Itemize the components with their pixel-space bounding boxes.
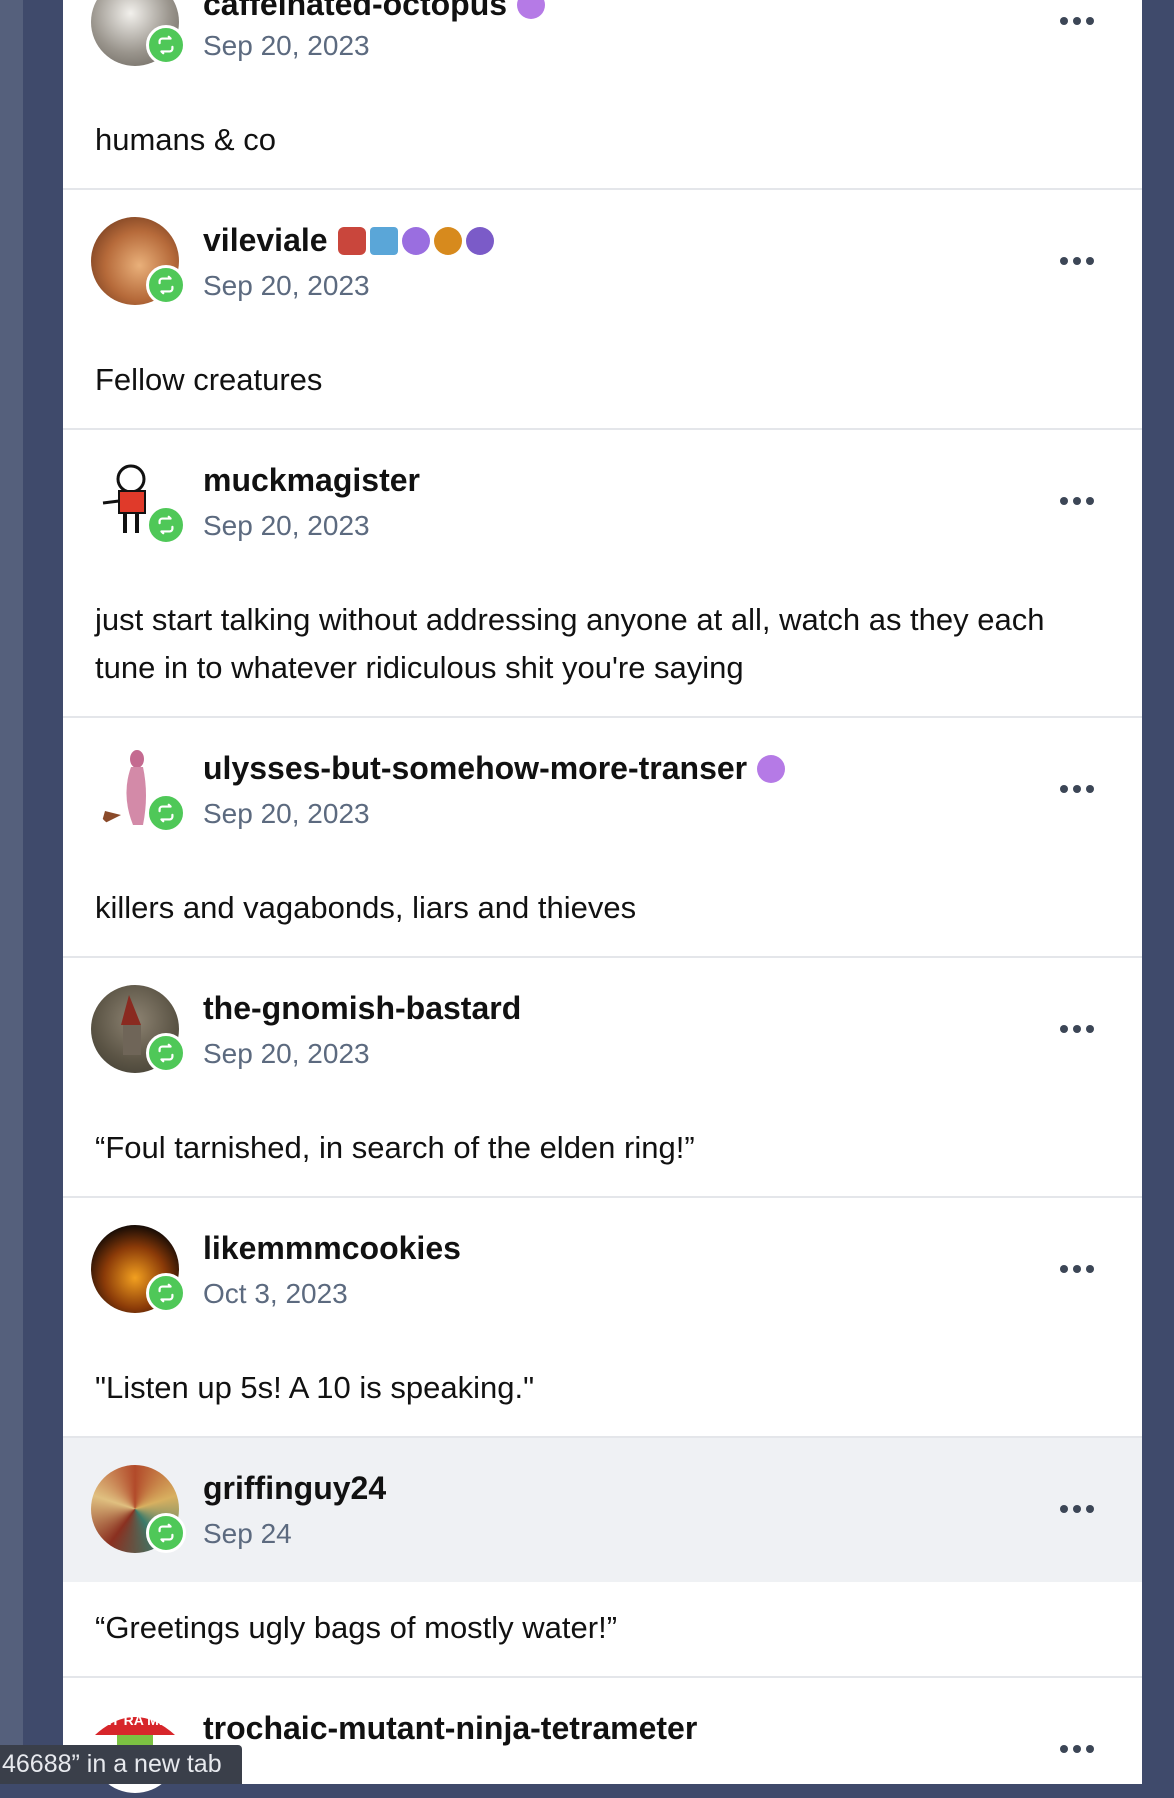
note-item: likemmmcookies Oct 3, 2023 "Listen up 5s…: [63, 1198, 1142, 1438]
username-link[interactable]: trochaic-mutant-ninja-tetrameter: [203, 1710, 697, 1747]
left-edge-strip: [0, 0, 23, 1784]
note-username[interactable]: muckmagister: [203, 462, 420, 499]
note-username[interactable]: caffeinated-octopus: [203, 0, 546, 23]
paw-dark-badge-icon: [465, 226, 494, 255]
note-text: killers and vagabonds, liars and thieves: [95, 890, 637, 925]
note-item: the-gnomish-bastard Sep 20, 2023 “Foul t…: [63, 958, 1142, 1198]
reblog-icon: [146, 1273, 186, 1313]
note-text: Fellow creatures: [95, 362, 323, 397]
paw-badge-icon: [401, 226, 430, 255]
note-header: caffeinated-octopus Sep 20, 2023: [63, 0, 1142, 80]
reblog-icon: [146, 25, 186, 65]
note-header: the-gnomish-bastard Sep 20, 2023: [63, 958, 1142, 1102]
reblog-icon: [146, 265, 186, 305]
note-date: Sep 20, 2023: [203, 270, 370, 301]
note-date: Sep 20, 2023: [203, 798, 370, 829]
ellipsis-icon[interactable]: [1060, 496, 1100, 506]
note-item: vileviale Sep 20, 2023 Fellow creatures: [63, 190, 1142, 430]
ellipsis-icon[interactable]: [1060, 256, 1100, 266]
paw-badge-icon: [517, 0, 546, 19]
reblog-icon: [146, 1513, 186, 1553]
username-link[interactable]: muckmagister: [203, 462, 420, 499]
note-date: Sep 20, 2023: [203, 510, 370, 541]
paw-orange-badge-icon: [433, 226, 462, 255]
note-username[interactable]: trochaic-mutant-ninja-tetrameter: [203, 1710, 697, 1747]
note-username[interactable]: griffinguy24: [203, 1470, 386, 1507]
hexagon-badge-icon: [337, 226, 366, 255]
note-date: Oct 3, 2023: [203, 1278, 348, 1309]
notes-panel: caffeinated-octopus Sep 20, 2023 humans …: [63, 0, 1142, 1793]
note-header: griffinguy24 Sep 24: [63, 1438, 1142, 1582]
note-text: “Greetings ugly bags of mostly water!”: [95, 1610, 618, 1645]
ellipsis-icon[interactable]: [1060, 1504, 1100, 1514]
note-username[interactable]: the-gnomish-bastard: [203, 990, 521, 1027]
note-text: "Listen up 5s! A 10 is speaking.": [95, 1370, 535, 1405]
robot-badge-icon: [369, 226, 398, 255]
ellipsis-icon[interactable]: [1060, 16, 1100, 26]
note-text: just start talking without addressing an…: [95, 602, 1045, 685]
note-header: ulysses-but-somehow-more-transer Sep 20,…: [63, 718, 1142, 862]
ellipsis-icon[interactable]: [1060, 1024, 1100, 1034]
username-link[interactable]: the-gnomish-bastard: [203, 990, 521, 1027]
username-link[interactable]: caffeinated-octopus: [203, 0, 507, 23]
username-link[interactable]: ulysses-but-somehow-more-transer: [203, 750, 747, 787]
svg-text:ET RA ME: ET RA ME: [102, 1712, 168, 1728]
note-header: muckmagister Sep 20, 2023: [63, 430, 1142, 574]
note-username[interactable]: vileviale: [203, 222, 494, 259]
ellipsis-icon[interactable]: [1060, 784, 1100, 794]
reblog-icon: [146, 1033, 186, 1073]
note-text: “Foul tarnished, in search of the elden …: [95, 1130, 695, 1165]
note-item: muckmagister Sep 20, 2023 just start tal…: [63, 430, 1142, 718]
note-item: ulysses-but-somehow-more-transer Sep 20,…: [63, 718, 1142, 958]
note-header: likemmmcookies Oct 3, 2023: [63, 1198, 1142, 1342]
badge-group: [337, 226, 494, 255]
note-date: Sep 20, 2023: [203, 1038, 370, 1069]
reblog-icon: [146, 505, 186, 545]
note-item: caffeinated-octopus Sep 20, 2023 humans …: [63, 0, 1142, 190]
username-link[interactable]: likemmmcookies: [203, 1230, 461, 1267]
note-username[interactable]: likemmmcookies: [203, 1230, 461, 1267]
note-item: griffinguy24 Sep 24 “Greetings ugly bags…: [63, 1438, 1142, 1678]
paw-badge-icon: [757, 754, 786, 783]
ellipsis-icon[interactable]: [1060, 1744, 1100, 1754]
note-date: Sep 20, 2023: [203, 30, 370, 61]
note-username[interactable]: ulysses-but-somehow-more-transer: [203, 750, 786, 787]
username-link[interactable]: vileviale: [203, 222, 328, 259]
username-link[interactable]: griffinguy24: [203, 1470, 386, 1507]
note-header: vileviale Sep 20, 2023: [63, 190, 1142, 334]
link-status-bar: 46688” in a new tab: [0, 1745, 242, 1784]
reblog-icon: [146, 793, 186, 833]
note-date: Sep 24: [203, 1518, 292, 1549]
ellipsis-icon[interactable]: [1060, 1264, 1100, 1274]
note-text: humans & co: [95, 122, 276, 157]
